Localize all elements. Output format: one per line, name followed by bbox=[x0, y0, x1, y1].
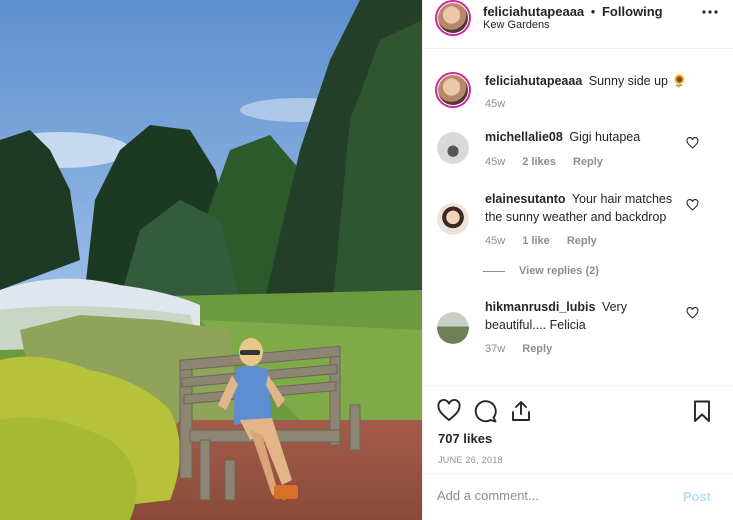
view-replies-label: View replies (2) bbox=[519, 265, 599, 277]
replies-divider bbox=[483, 270, 505, 272]
comment-text: michellalie08 Gigi hutapea bbox=[485, 128, 685, 146]
reply-button[interactable]: Reply bbox=[573, 156, 603, 168]
comment-body: Gigi hutapea bbox=[569, 130, 641, 144]
comment-time[interactable]: 45w bbox=[485, 156, 505, 168]
comment-meta: 45w 1 like Reply bbox=[485, 235, 611, 247]
comment-time[interactable]: 37w bbox=[485, 343, 505, 355]
caption-avatar[interactable] bbox=[435, 72, 471, 108]
comment-text: elainesutanto Your hair matches the sunn… bbox=[485, 190, 685, 226]
likes-count[interactable]: 707 likes bbox=[438, 431, 492, 446]
commenter-avatar[interactable] bbox=[437, 132, 469, 164]
post-side-panel: feliciahutapeaaa • Following Kew Gardens… bbox=[422, 0, 733, 520]
comment-bubble-icon[interactable] bbox=[473, 399, 497, 423]
author-username[interactable]: feliciahutapeaaa bbox=[483, 4, 584, 19]
commenter-avatar[interactable] bbox=[437, 312, 469, 344]
header-user-line: feliciahutapeaaa • Following bbox=[483, 4, 663, 19]
comment-username[interactable]: hikmanrusdi_lubis bbox=[485, 300, 595, 314]
more-options-icon[interactable] bbox=[701, 2, 719, 26]
caption-text: feliciahutapeaaa Sunny side up 🌻 bbox=[485, 72, 715, 90]
comment-heart-icon[interactable] bbox=[686, 137, 699, 149]
caption-body: Sunny side up 🌻 bbox=[588, 74, 688, 88]
bookmark-icon[interactable] bbox=[690, 399, 714, 423]
comment-username[interactable]: elainesutanto bbox=[485, 192, 566, 206]
following-button[interactable]: Following bbox=[602, 4, 663, 19]
author-avatar[interactable] bbox=[435, 0, 471, 36]
like-heart-icon[interactable] bbox=[437, 399, 461, 423]
add-comment-bar: Post bbox=[423, 473, 733, 520]
comment-meta: 37w Reply bbox=[485, 343, 566, 355]
view-replies-button[interactable]: View replies (2) bbox=[483, 265, 599, 277]
comment-time[interactable]: 45w bbox=[485, 235, 505, 247]
post-image bbox=[0, 0, 422, 520]
comment-likes[interactable]: 2 likes bbox=[522, 156, 556, 168]
post-comment-button[interactable]: Post bbox=[683, 489, 711, 504]
caption-time[interactable]: 45w bbox=[485, 98, 505, 110]
comment-input[interactable] bbox=[437, 488, 667, 503]
post-actions: 707 likes June 26, 2018 Post bbox=[423, 385, 733, 520]
comment-likes[interactable]: 1 like bbox=[522, 235, 550, 247]
comment-heart-icon[interactable] bbox=[686, 307, 699, 319]
comment-text: hikmanrusdi_lubis Very beautiful.... Fel… bbox=[485, 298, 685, 334]
caption-username[interactable]: feliciahutapeaaa bbox=[485, 74, 582, 88]
commenter-avatar[interactable] bbox=[437, 203, 469, 235]
comment-username[interactable]: michellalie08 bbox=[485, 130, 563, 144]
caption-meta: 45w bbox=[485, 98, 519, 110]
comments-list[interactable]: feliciahutapeaaa Sunny side up 🌻 45w mic… bbox=[423, 50, 733, 385]
location-link[interactable]: Kew Gardens bbox=[483, 19, 550, 31]
post-photo[interactable] bbox=[0, 0, 422, 520]
header-separator: • bbox=[590, 4, 596, 19]
post-date[interactable]: June 26, 2018 bbox=[438, 455, 503, 465]
reply-button[interactable]: Reply bbox=[522, 343, 552, 355]
post-header: feliciahutapeaaa • Following Kew Gardens bbox=[423, 0, 733, 49]
share-upload-icon[interactable] bbox=[509, 399, 533, 423]
comment-meta: 45w 2 likes Reply bbox=[485, 156, 617, 168]
comment-heart-icon[interactable] bbox=[686, 199, 699, 211]
reply-button[interactable]: Reply bbox=[567, 235, 597, 247]
